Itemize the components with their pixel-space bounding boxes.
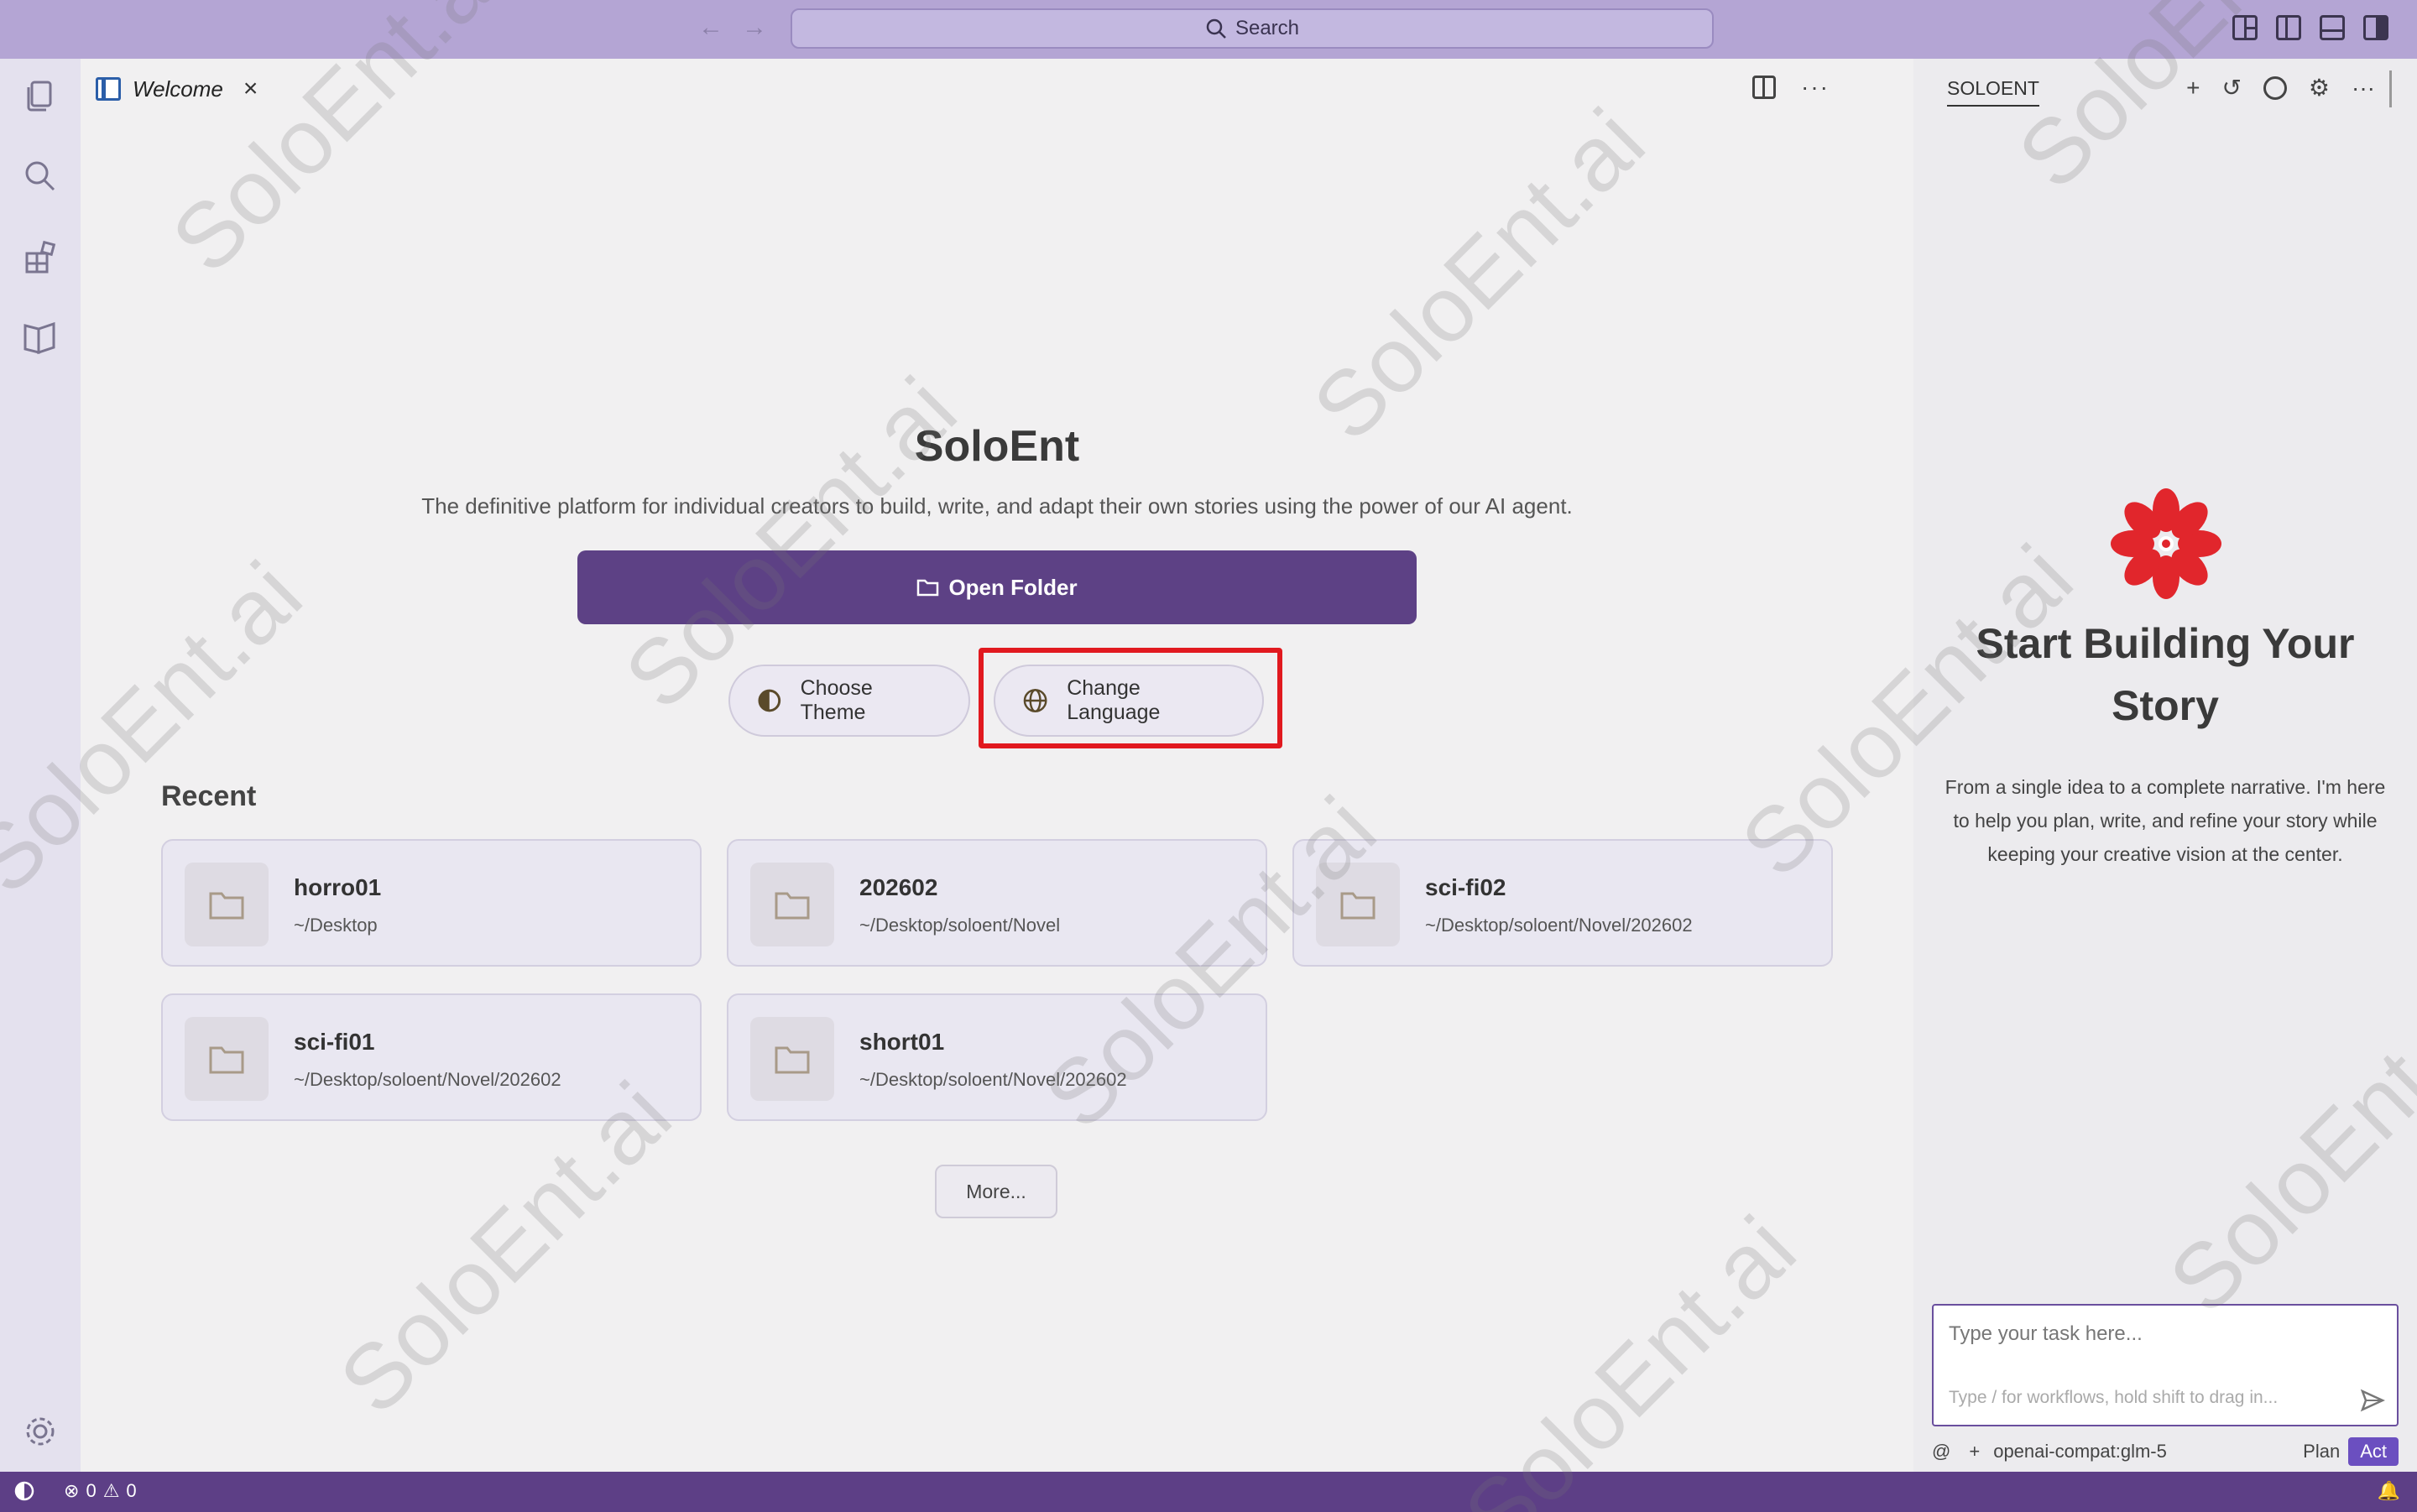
recent-item-path: ~/Desktop/soloent/Novel/202602 [294,1069,561,1090]
folder-icon [185,863,269,946]
split-editor-icon[interactable] [1752,76,1777,99]
page-subtitle: The definitive platform for individual c… [421,493,1573,519]
error-icon: ⊗ [64,1480,80,1501]
recent-item[interactable]: sci-fi01 ~/Desktop/soloent/Novel/202602 [161,993,702,1121]
task-hint: Type / for workflows, hold shift to drag… [1949,1388,2279,1407]
recent-item-name: 202602 [859,874,938,900]
recent-item-path: ~/Desktop [294,915,378,936]
status-bar: ⊗ 0 ⚠ 0 🔔 [0,1472,2417,1512]
soloent-panel: SOLOENT + ↺ ⚙ ··· Start Building Your St… [1913,59,2417,1472]
recent-item-name: sci-fi01 [294,1029,375,1055]
gear-icon[interactable] [20,1411,60,1452]
open-folder-button[interactable]: Open Folder [577,550,1417,624]
recent-item[interactable]: horro01 ~/Desktop [161,839,702,967]
tab-bar: Welcome × ··· [81,59,1913,117]
navigation-arrows: ← → [697,13,769,42]
tab-welcome[interactable]: Welcome × [96,70,258,107]
problems-indicator[interactable]: ⊗ 0 ⚠ 0 [64,1480,137,1502]
recent-item[interactable]: short01 ~/Desktop/soloent/Novel/202602 [727,993,1267,1121]
recent-item-path: ~/Desktop/soloent/Novel [859,915,1061,936]
more-actions-icon[interactable]: ··· [2352,75,2375,102]
folder-icon [750,1017,834,1101]
panel-divider [2389,70,2392,107]
recent-item-path: ~/Desktop/soloent/Novel/202602 [1425,915,1693,936]
mention-button[interactable]: @ [1932,1441,1950,1462]
theme-icon [758,689,781,712]
theme-toggle-icon[interactable] [13,1480,35,1502]
tab-label: Welcome [133,76,223,102]
search-placeholder: Search [1235,17,1300,39]
choose-theme-button[interactable]: Choose Theme [728,665,970,737]
act-mode-toggle[interactable]: Act [2348,1437,2399,1466]
recent-item-name: short01 [859,1029,945,1055]
recent-item[interactable]: 202602 ~/Desktop/soloent/Novel [727,839,1267,967]
warning-icon: ⚠ [102,1480,120,1501]
customize-layout-icon[interactable] [2232,15,2258,40]
book-icon[interactable] [20,317,60,357]
panel-heading: Start Building Your Story [1976,620,2355,729]
panel-actions: + ↺ ⚙ ··· [2186,74,2375,102]
recent-item[interactable]: sci-fi02 ~/Desktop/soloent/Novel/202602 [1292,839,1833,967]
layout-controls [2232,15,2388,40]
toggle-primary-sidebar-icon[interactable] [2276,15,2301,40]
status-left: ⊗ 0 ⚠ 0 [13,1480,137,1502]
panel-footer: @ + openai-compat:glm-5 Plan Act [1932,1435,2399,1468]
folder-icon [750,863,834,946]
app-window: ← → Search Welcome × ··· SoloEnt The def… [0,0,2417,1512]
folder-icon [1316,863,1400,946]
editor-actions: ··· [1752,74,1830,101]
settings-icon[interactable]: ⚙ [2309,74,2330,102]
toggle-panel-icon[interactable] [2320,15,2345,40]
title-bar: ← → Search [0,0,2417,59]
plan-mode-toggle[interactable]: Plan [2303,1441,2340,1462]
toggle-secondary-sidebar-icon[interactable] [2363,15,2388,40]
editor-area: Welcome × ··· SoloEnt The definitive pla… [81,59,1913,1472]
soloent-logo-icon [2111,488,2221,599]
warning-count: 0 [126,1480,137,1501]
explorer-icon[interactable] [20,76,60,116]
highlight-annotation [979,648,1282,748]
task-input-box[interactable]: Type your task here... Type / for workfl… [1932,1304,2399,1426]
account-icon[interactable] [2263,76,2287,100]
more-recent-button[interactable]: More... [935,1165,1057,1218]
choose-theme-label: Choose Theme [800,676,873,724]
send-icon[interactable] [2360,1388,2385,1413]
welcome-doc-icon [96,77,121,101]
recent-heading: Recent [161,780,257,812]
command-search-box[interactable]: Search [791,8,1714,49]
search-icon [1206,18,1226,39]
error-count: 0 [86,1480,97,1501]
new-task-icon[interactable]: + [2186,75,2200,102]
extensions-icon[interactable] [20,237,60,277]
open-folder-label: Open Folder [948,574,1078,600]
arrow-left-icon[interactable]: ← [697,13,725,42]
model-selector[interactable]: openai-compat:glm-5 [1993,1441,2167,1462]
notifications-bell-icon[interactable]: 🔔 [2378,1480,2400,1502]
page-title: SoloEnt [914,422,1080,471]
more-actions-icon[interactable]: ··· [1801,74,1830,101]
panel-description: From a single idea to a complete narrati… [1945,776,2386,865]
activity-bar [0,59,81,1472]
task-input[interactable]: Type your task here... [1949,1322,2143,1346]
recent-item-path: ~/Desktop/soloent/Novel/202602 [859,1069,1127,1090]
recent-item-name: horro01 [294,874,382,900]
add-context-button[interactable]: + [1969,1441,1980,1462]
arrow-right-icon[interactable]: → [740,13,769,42]
recent-item-name: sci-fi02 [1425,874,1506,900]
search-icon[interactable] [20,156,60,196]
close-icon[interactable]: × [243,75,258,103]
history-icon[interactable]: ↺ [2221,74,2241,102]
panel-title[interactable]: SOLOENT [1947,77,2039,107]
folder-icon [185,1017,269,1101]
folder-open-icon [917,579,939,597]
